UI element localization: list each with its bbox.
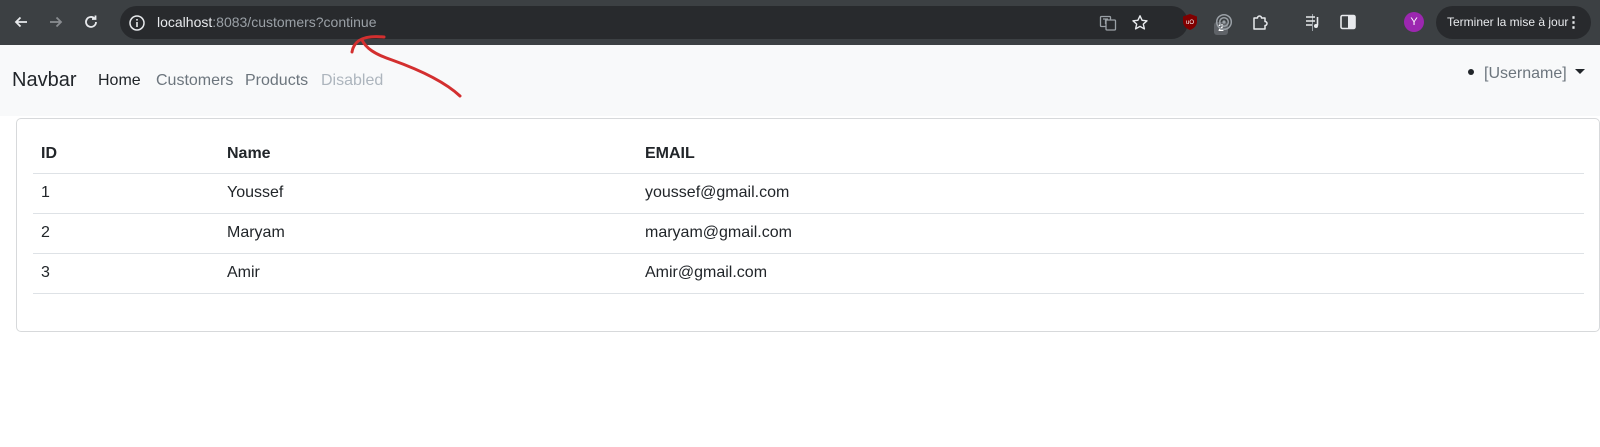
cell-email: maryam@gmail.com	[637, 213, 1584, 254]
url-text[interactable]: localhost:8083/customers?continue	[157, 6, 376, 39]
cell-name: Youssef	[219, 173, 637, 214]
table-row: 1 Youssef youssef@gmail.com	[33, 173, 1584, 214]
browser-toolbar: localhost:8083/customers?continue uO 2 Y…	[0, 0, 1600, 45]
caret-down-icon	[1574, 69, 1585, 75]
update-browser-button[interactable]: Terminer la mise à jour ⋮	[1436, 6, 1591, 39]
extensions-puzzle-icon[interactable]	[1249, 11, 1271, 33]
table-header-row: ID Name EMAIL	[33, 135, 1584, 174]
username-label: [Username]	[1484, 65, 1567, 82]
column-header-id: ID	[33, 135, 219, 174]
address-bar[interactable]: localhost:8083/customers?continue	[120, 6, 1188, 39]
nav-link-products[interactable]: Products	[245, 72, 308, 90]
nav-link-customers[interactable]: Customers	[156, 72, 233, 90]
side-panel-icon[interactable]	[1337, 11, 1359, 33]
svg-text:uO: uO	[1186, 20, 1194, 26]
update-browser-label: Terminer la mise à jour	[1447, 15, 1569, 29]
table-row: 3 Amir Amir@gmail.com	[33, 253, 1584, 294]
forward-icon[interactable]	[42, 8, 70, 36]
more-menu-icon[interactable]: ⋮	[1566, 6, 1581, 39]
translate-icon[interactable]	[1098, 13, 1118, 33]
media-queue-icon[interactable]	[1302, 11, 1324, 33]
user-dropdown[interactable]: [Username]	[1468, 65, 1585, 83]
cell-email: Amir@gmail.com	[637, 253, 1584, 294]
bookmark-star-icon[interactable]	[1130, 13, 1150, 33]
back-icon[interactable]	[7, 8, 35, 36]
url-path: :8083/customers?continue	[212, 14, 377, 30]
column-header-email: EMAIL	[637, 135, 1584, 174]
url-host: localhost	[157, 14, 213, 30]
navbar-brand[interactable]: Navbar	[12, 69, 76, 92]
reload-icon[interactable]	[77, 8, 105, 36]
target-extension-icon[interactable]	[1213, 11, 1235, 33]
ublock-extension-icon[interactable]: uO	[1179, 11, 1201, 33]
nav-link-home[interactable]: Home	[98, 72, 141, 90]
app-navbar: Navbar Home Customers Products Disabled …	[0, 45, 1600, 116]
cell-id: 1	[33, 173, 219, 214]
customers-card: ID Name EMAIL 1 Youssef youssef@gmail.co…	[16, 118, 1600, 332]
cell-id: 2	[33, 213, 219, 254]
list-bullet	[1468, 68, 1474, 75]
site-info-icon[interactable]	[128, 14, 146, 32]
cell-id: 3	[33, 253, 219, 294]
cell-name: Maryam	[219, 213, 637, 254]
cell-name: Amir	[219, 253, 637, 294]
customers-table: ID Name EMAIL 1 Youssef youssef@gmail.co…	[33, 135, 1584, 294]
cell-email: youssef@gmail.com	[637, 173, 1584, 214]
table-row: 2 Maryam maryam@gmail.com	[33, 213, 1584, 254]
column-header-name: Name	[219, 135, 637, 174]
profile-avatar[interactable]: Y	[1404, 12, 1424, 32]
red-annotation-arrow	[350, 35, 462, 98]
